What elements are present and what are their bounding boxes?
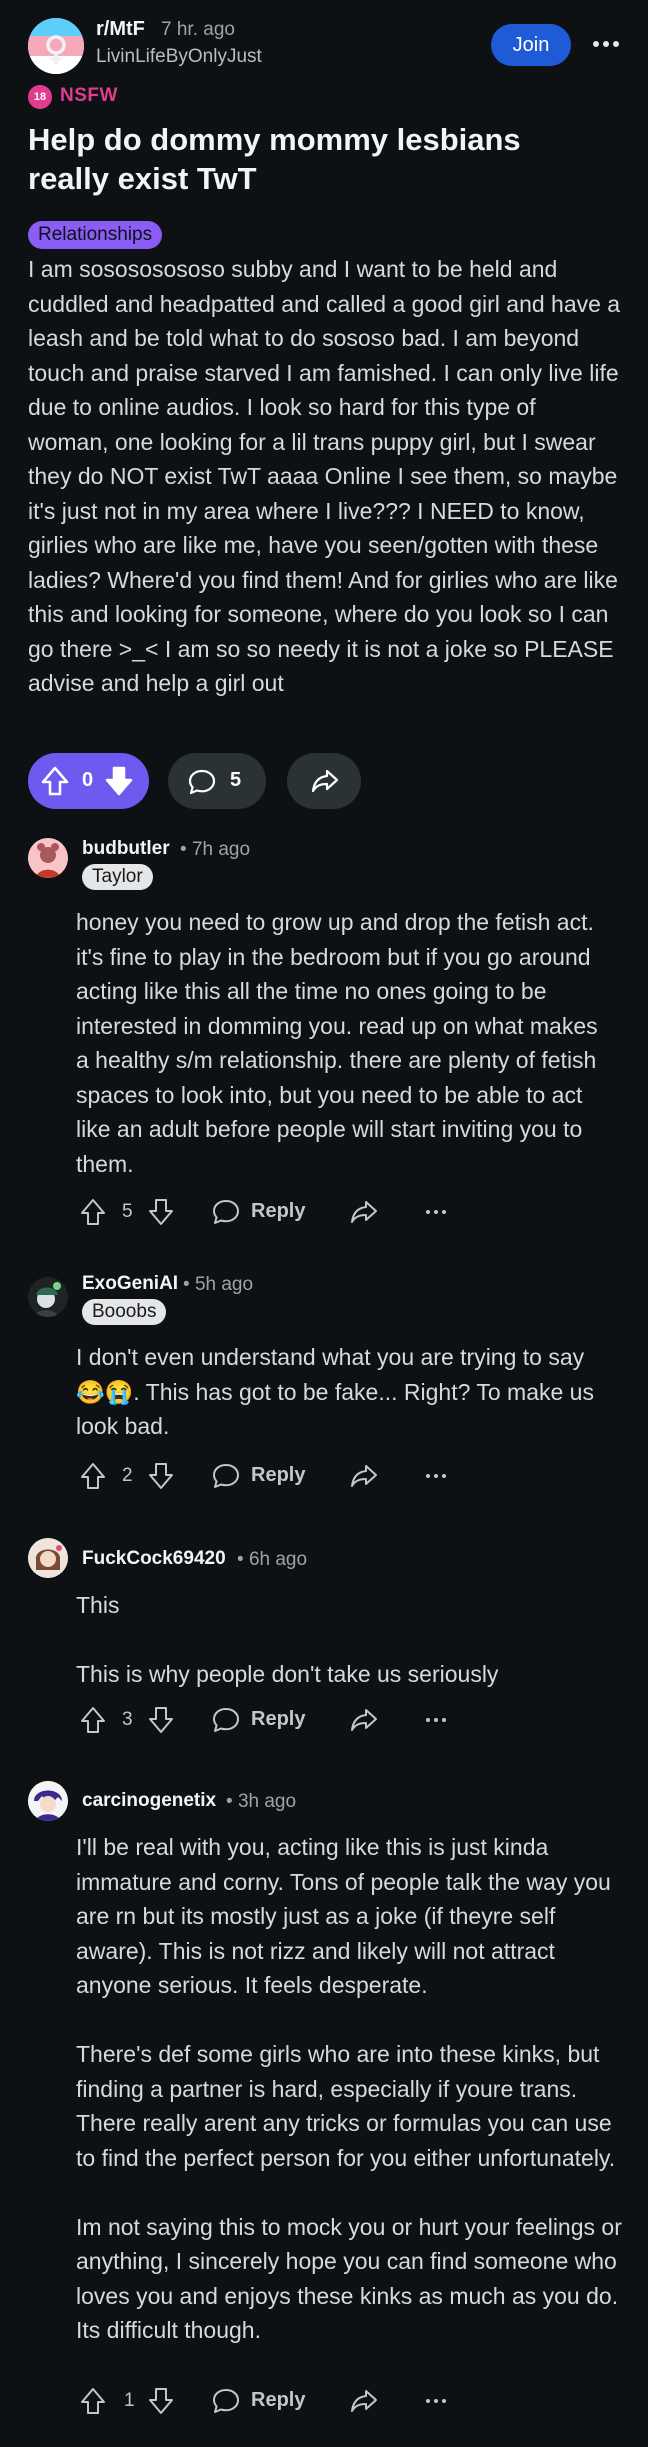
- avatar[interactable]: [28, 1538, 68, 1578]
- reply-button[interactable]: Reply: [251, 2389, 305, 2412]
- more-options-icon[interactable]: [426, 1210, 446, 1214]
- user-avatar-icon: [28, 838, 68, 878]
- comment-paragraph: I don't even understand what you are try…: [76, 1344, 594, 1439]
- more-options-icon[interactable]: [426, 1474, 446, 1478]
- comment-body: I don't even understand what you are try…: [76, 1340, 616, 1444]
- more-options-icon[interactable]: [426, 2399, 446, 2403]
- downvote-icon[interactable]: [104, 765, 134, 802]
- nsfw-badge-icon: 18: [28, 85, 52, 109]
- comment-paragraph: Im not saying this to mock you or hurt y…: [76, 2213, 622, 2344]
- reply-icon[interactable]: [212, 1463, 240, 1494]
- user-flair: Taylor: [82, 864, 153, 890]
- upvote-icon[interactable]: [80, 2387, 106, 2420]
- subreddit-name[interactable]: r/MtF: [96, 18, 145, 41]
- user-avatar-icon: [28, 1781, 68, 1821]
- comment-age: • 5h ago: [183, 1274, 254, 1295]
- comment-age: • 7h ago: [180, 839, 251, 860]
- post-flair[interactable]: Relationships: [28, 221, 163, 249]
- comment-username[interactable]: carcinogenetix: [82, 1790, 216, 1812]
- comment-count: 5: [230, 769, 242, 791]
- share-button[interactable]: [287, 753, 361, 809]
- trans-symbol-icon: [46, 35, 66, 64]
- comment-paragraph: honey you need to grow up and drop the f…: [76, 909, 598, 1177]
- downvote-icon[interactable]: [148, 1706, 174, 1739]
- comment-paragraph: This: [76, 1592, 120, 1618]
- nsfw-label: NSFW: [60, 85, 118, 106]
- join-button[interactable]: Join: [491, 24, 571, 66]
- downvote-icon[interactable]: [148, 1462, 174, 1495]
- comments-button[interactable]: 5: [168, 753, 266, 809]
- post-body: I am sosososososo subby and I want to be…: [28, 256, 621, 696]
- upvote-icon[interactable]: [80, 1198, 106, 1231]
- upvote-icon[interactable]: [40, 765, 70, 802]
- reply-button[interactable]: Reply: [251, 1200, 305, 1223]
- comment-score: 2: [122, 1465, 133, 1486]
- comment-username[interactable]: FuckCock69420: [82, 1548, 226, 1570]
- comment-bubble-icon: [188, 769, 216, 800]
- post-age: 7 hr. ago: [161, 19, 235, 40]
- share-icon[interactable]: [350, 1463, 378, 1494]
- share-icon[interactable]: [350, 1707, 378, 1738]
- comment-paragraph: This is why people don't take us serious…: [76, 1661, 499, 1687]
- comment-username[interactable]: ExoGeniAI: [82, 1273, 178, 1295]
- comment-score: 3: [122, 1709, 133, 1730]
- post-score: 0: [82, 769, 94, 791]
- reply-button[interactable]: Reply: [251, 1464, 305, 1487]
- comment-body: This This is why people don't take us se…: [76, 1588, 616, 1692]
- avatar[interactable]: [28, 838, 68, 878]
- comment-body: honey you need to grow up and drop the f…: [76, 905, 616, 1181]
- comment-paragraph: There's def some girls who are into thes…: [76, 2041, 616, 2171]
- comment-body: I'll be real with you, acting like this …: [76, 1830, 622, 2348]
- more-options-icon[interactable]: [588, 32, 624, 56]
- comment-age-text: 6h ago: [248, 1549, 308, 1570]
- user-flair: Booobs: [82, 1299, 167, 1325]
- comment-age-text: 7h ago: [191, 839, 251, 860]
- user-avatar-icon: [28, 1277, 68, 1317]
- upvote-icon[interactable]: [80, 1706, 106, 1739]
- reply-icon[interactable]: [212, 1707, 240, 1738]
- comment-age-text: 5h ago: [194, 1274, 254, 1295]
- subreddit-avatar[interactable]: [28, 18, 84, 74]
- post-author[interactable]: LivinLifeByOnlyJust: [96, 46, 262, 68]
- downvote-icon[interactable]: [148, 2387, 174, 2420]
- share-icon[interactable]: [350, 2388, 378, 2419]
- more-options-icon[interactable]: [426, 1718, 446, 1722]
- downvote-icon[interactable]: [148, 1198, 174, 1231]
- comment-age: • 3h ago: [226, 1791, 297, 1812]
- comment-age-text: 3h ago: [237, 1791, 297, 1812]
- avatar[interactable]: [28, 1781, 68, 1821]
- avatar[interactable]: [28, 1277, 68, 1317]
- comment-username[interactable]: budbutler: [82, 838, 170, 860]
- upvote-icon[interactable]: [80, 1462, 106, 1495]
- comment-paragraph: I'll be real with you, acting like this …: [76, 1834, 611, 1998]
- reply-icon[interactable]: [212, 1199, 240, 1230]
- reply-button[interactable]: Reply: [251, 1708, 305, 1731]
- comment-score: 1: [124, 2390, 135, 2411]
- comment-score: 5: [122, 1201, 133, 1222]
- user-avatar-icon: [28, 1538, 68, 1578]
- comment-age: • 6h ago: [237, 1549, 308, 1570]
- post-vote-bar: 0: [28, 753, 149, 809]
- reply-icon[interactable]: [212, 2388, 240, 2419]
- post-title: Help do dommy mommy lesbians really exis…: [28, 122, 521, 196]
- share-icon: [311, 768, 339, 799]
- share-icon[interactable]: [350, 1199, 378, 1230]
